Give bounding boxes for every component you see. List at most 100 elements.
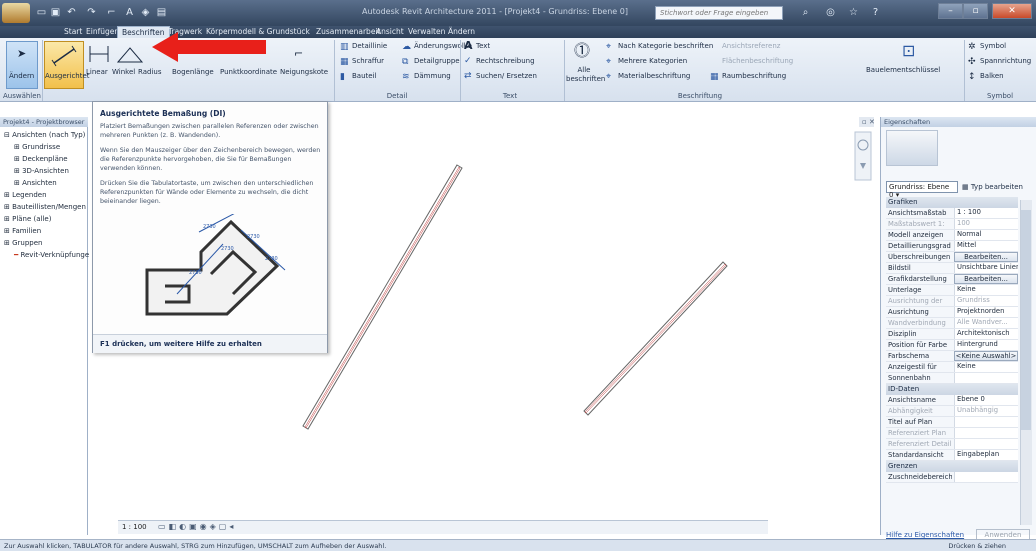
property-value[interactable]: Mittel — [954, 241, 1018, 251]
close-button[interactable]: ✕ — [992, 3, 1032, 19]
panel-separator — [42, 40, 43, 101]
view-window-controls[interactable]: ▫ ✕ — [862, 118, 875, 126]
measure-icon[interactable]: ⌐ — [106, 7, 117, 18]
properties-help-link[interactable]: Hilfe zu Eigenschaften — [886, 531, 964, 539]
view-scale[interactable]: 1 : 100 — [122, 523, 147, 531]
type-selector[interactable]: Grundriss: Ebene 0 ▾ — [886, 181, 958, 199]
text-button[interactable]: Text — [476, 42, 490, 50]
tree-item-revit-links[interactable]: ━ Revit-Verknüpfungen — [14, 251, 94, 259]
component-button[interactable]: Bauteil — [352, 72, 376, 80]
beam-icon: ↕ — [968, 72, 976, 82]
tree-item-3d-views[interactable]: ⊞ 3D-Ansichten — [14, 167, 69, 175]
property-edit-button[interactable]: Bearbeiten... — [954, 252, 1018, 262]
arc-length-button[interactable]: Bogenlänge — [172, 68, 214, 76]
property-edit-button[interactable]: <Keine Auswahl> — [954, 351, 1018, 361]
property-group-graphics[interactable]: Grafiken — [886, 197, 1018, 208]
tab-collaborate[interactable]: Zusammenarbeit — [316, 26, 380, 38]
redo-icon[interactable]: ↷ — [86, 7, 97, 18]
maximize-button[interactable]: ▫ — [963, 3, 988, 19]
spelling-button[interactable]: Rechtschreibung — [476, 57, 535, 65]
property-edit-button[interactable]: Bearbeiten... — [954, 274, 1018, 284]
tree-item-legends[interactable]: ⊞ Legenden — [4, 191, 47, 199]
tree-item-floor-plans[interactable]: ⊞ Grundrisse — [14, 143, 60, 151]
material-tag-button[interactable]: Materialbeschriftung — [618, 72, 690, 80]
edit-type-icon: ▦ — [962, 183, 969, 191]
modify-button[interactable]: ➤ Ändern — [6, 41, 38, 89]
help-icon[interactable]: ? — [870, 7, 881, 18]
tree-item-elevations[interactable]: ⊞ Ansichten — [14, 179, 57, 187]
tree-item-ceiling-plans[interactable]: ⊞ Deckenpläne — [14, 155, 68, 163]
area-tag-button[interactable]: Flächenbeschriftung — [722, 57, 793, 65]
property-value[interactable]: Projektnorden — [954, 307, 1018, 317]
help-search-input[interactable]: Stichwort oder Frage eingeben — [655, 6, 783, 20]
dimension-text: 2730 — [189, 270, 202, 276]
property-value[interactable]: Hintergrund — [954, 340, 1018, 350]
tab-view[interactable]: Ansicht — [376, 26, 404, 38]
text-tool-icon: A — [464, 39, 473, 52]
tag-all-button[interactable]: Alle beschriften — [566, 66, 605, 84]
spot-coordinate-button[interactable]: Punktkoordinate — [220, 68, 277, 76]
tree-item-schedules[interactable]: ⊞ Bauteillisten/Mengen — [4, 203, 86, 211]
thin-lines-icon[interactable]: ▤ — [156, 7, 167, 18]
property-value[interactable]: Ebene 0 — [954, 395, 1018, 405]
keynote-button[interactable]: Bauelementschlüssel — [866, 66, 940, 74]
tree-item-groups[interactable]: ⊞ Gruppen — [4, 239, 42, 247]
property-value[interactable]: Keine — [954, 362, 1018, 372]
property-row: Wandverbindung Alle Wandver... — [886, 318, 1018, 329]
tab-manage[interactable]: Verwalten — [408, 26, 445, 38]
navigation-bar[interactable] — [854, 131, 872, 181]
save-icon[interactable]: ▣ — [50, 7, 61, 18]
tag-by-category-button[interactable]: Nach Kategorie beschriften — [618, 42, 713, 50]
property-value[interactable]: 1 : 100 — [954, 208, 1018, 218]
beam-button[interactable]: Balken — [980, 72, 1004, 80]
property-row: Ausrichtung Projektnorden — [886, 307, 1018, 318]
view-control-icons[interactable]: ▭◧◐▣◉◈▢◂ — [158, 522, 236, 531]
span-direction-button[interactable]: Spannrichtung — [980, 57, 1031, 65]
binoculars-icon[interactable]: ⌕ — [800, 7, 811, 18]
property-value[interactable]: Eingabeplan — [954, 450, 1018, 460]
view-reference-button[interactable]: Ansichtsreferenz — [722, 42, 780, 50]
symbol-button[interactable]: Symbol — [980, 42, 1006, 50]
tree-item-views[interactable]: ⊟ Ansichten (nach Typ) — [4, 131, 85, 139]
aligned-dimension-button[interactable]: Ausgerichtet — [44, 41, 90, 89]
favorites-icon[interactable]: ☆ — [848, 7, 859, 18]
find-replace-button[interactable]: Suchen/ Ersetzen — [476, 72, 537, 80]
spot-slope-button[interactable]: Neigungskote — [280, 68, 328, 76]
keynote-icon: ⊡ — [902, 41, 916, 60]
tooltip-tab-hint: Drücken Sie die Tabulatortaste, um zwisc… — [100, 180, 314, 205]
property-value[interactable]: Unsichtbare Linien — [954, 263, 1018, 273]
status-right-text: Drücken & ziehen — [948, 542, 1006, 550]
tab-modify[interactable]: Ändern — [448, 26, 475, 38]
tab-insert[interactable]: Einfügen — [86, 26, 119, 38]
application-menu-button[interactable] — [2, 3, 30, 23]
property-group-identity[interactable]: ID-Daten — [886, 384, 1018, 395]
text-panel-label: Text — [502, 92, 518, 100]
tree-item-sheets[interactable]: ⊞ Pläne (alle) — [4, 215, 51, 223]
region-button[interactable]: Schraffur — [352, 57, 384, 65]
property-value[interactable]: Architektonisch — [954, 329, 1018, 339]
sync-icon[interactable]: ◈ — [140, 7, 151, 18]
property-value[interactable]: Normal — [954, 230, 1018, 240]
undo-icon[interactable]: ↶ — [66, 7, 77, 18]
detail-line-button[interactable]: Detaillinie — [352, 42, 387, 50]
property-value[interactable]: Keine — [954, 285, 1018, 295]
tree-item-families[interactable]: ⊞ Familien — [4, 227, 41, 235]
linear-dimension-button[interactable]: Linear — [86, 68, 108, 76]
insulation-button[interactable]: Dämmung — [414, 72, 451, 80]
room-tag-button[interactable]: Raumbeschriftung — [722, 72, 786, 80]
text-icon[interactable]: A — [124, 7, 135, 18]
radial-dimension-button[interactable]: Radius — [138, 68, 161, 76]
multi-category-button[interactable]: Mehrere Kategorien — [618, 57, 687, 65]
properties-scrollbar-thumb[interactable] — [1021, 210, 1031, 430]
property-group-extents[interactable]: Grenzen — [886, 461, 1018, 472]
property-value[interactable] — [954, 373, 1018, 383]
property-value[interactable] — [954, 472, 1018, 482]
edit-type-button[interactable]: ▦ Typ bearbeiten — [962, 181, 1032, 193]
minimize-button[interactable]: – — [938, 3, 963, 19]
angular-dimension-button[interactable]: Winkel — [112, 68, 135, 76]
detail-group-button[interactable]: Detailgruppe — [414, 57, 460, 65]
property-value[interactable] — [954, 417, 1018, 427]
subscription-icon[interactable]: ◎ — [825, 7, 836, 18]
open-icon[interactable]: ▭ — [36, 7, 47, 18]
tab-start[interactable]: Start — [64, 26, 82, 38]
